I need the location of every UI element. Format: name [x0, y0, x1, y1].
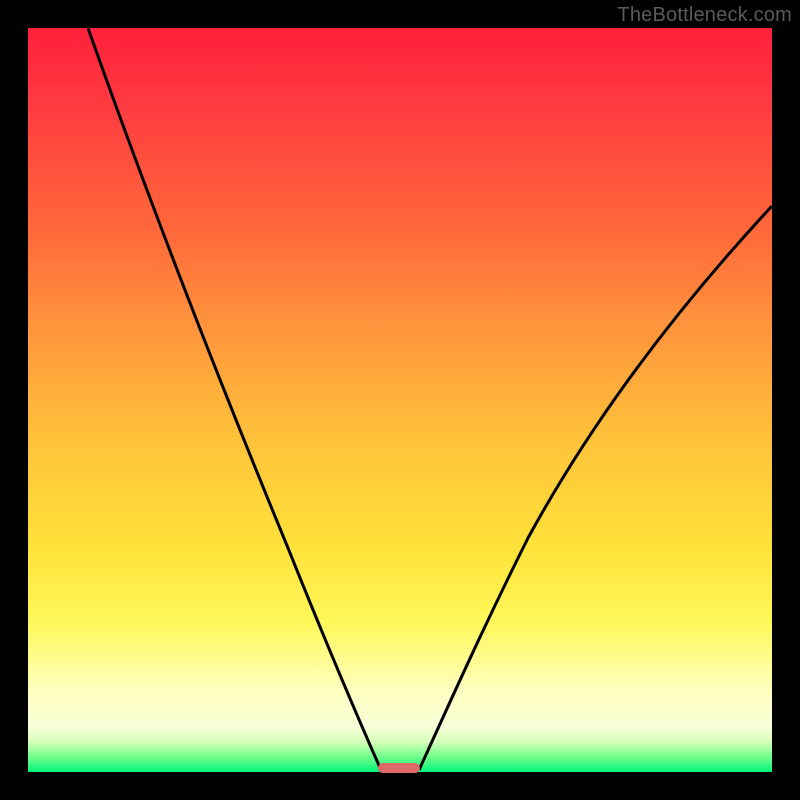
curve-layer: [28, 28, 772, 772]
left-curve: [88, 28, 381, 770]
bottleneck-marker: [378, 763, 420, 773]
right-curve: [419, 206, 772, 770]
plot-area: [28, 28, 772, 772]
chart-container: TheBottleneck.com: [0, 0, 800, 800]
watermark-text: TheBottleneck.com: [617, 4, 792, 27]
